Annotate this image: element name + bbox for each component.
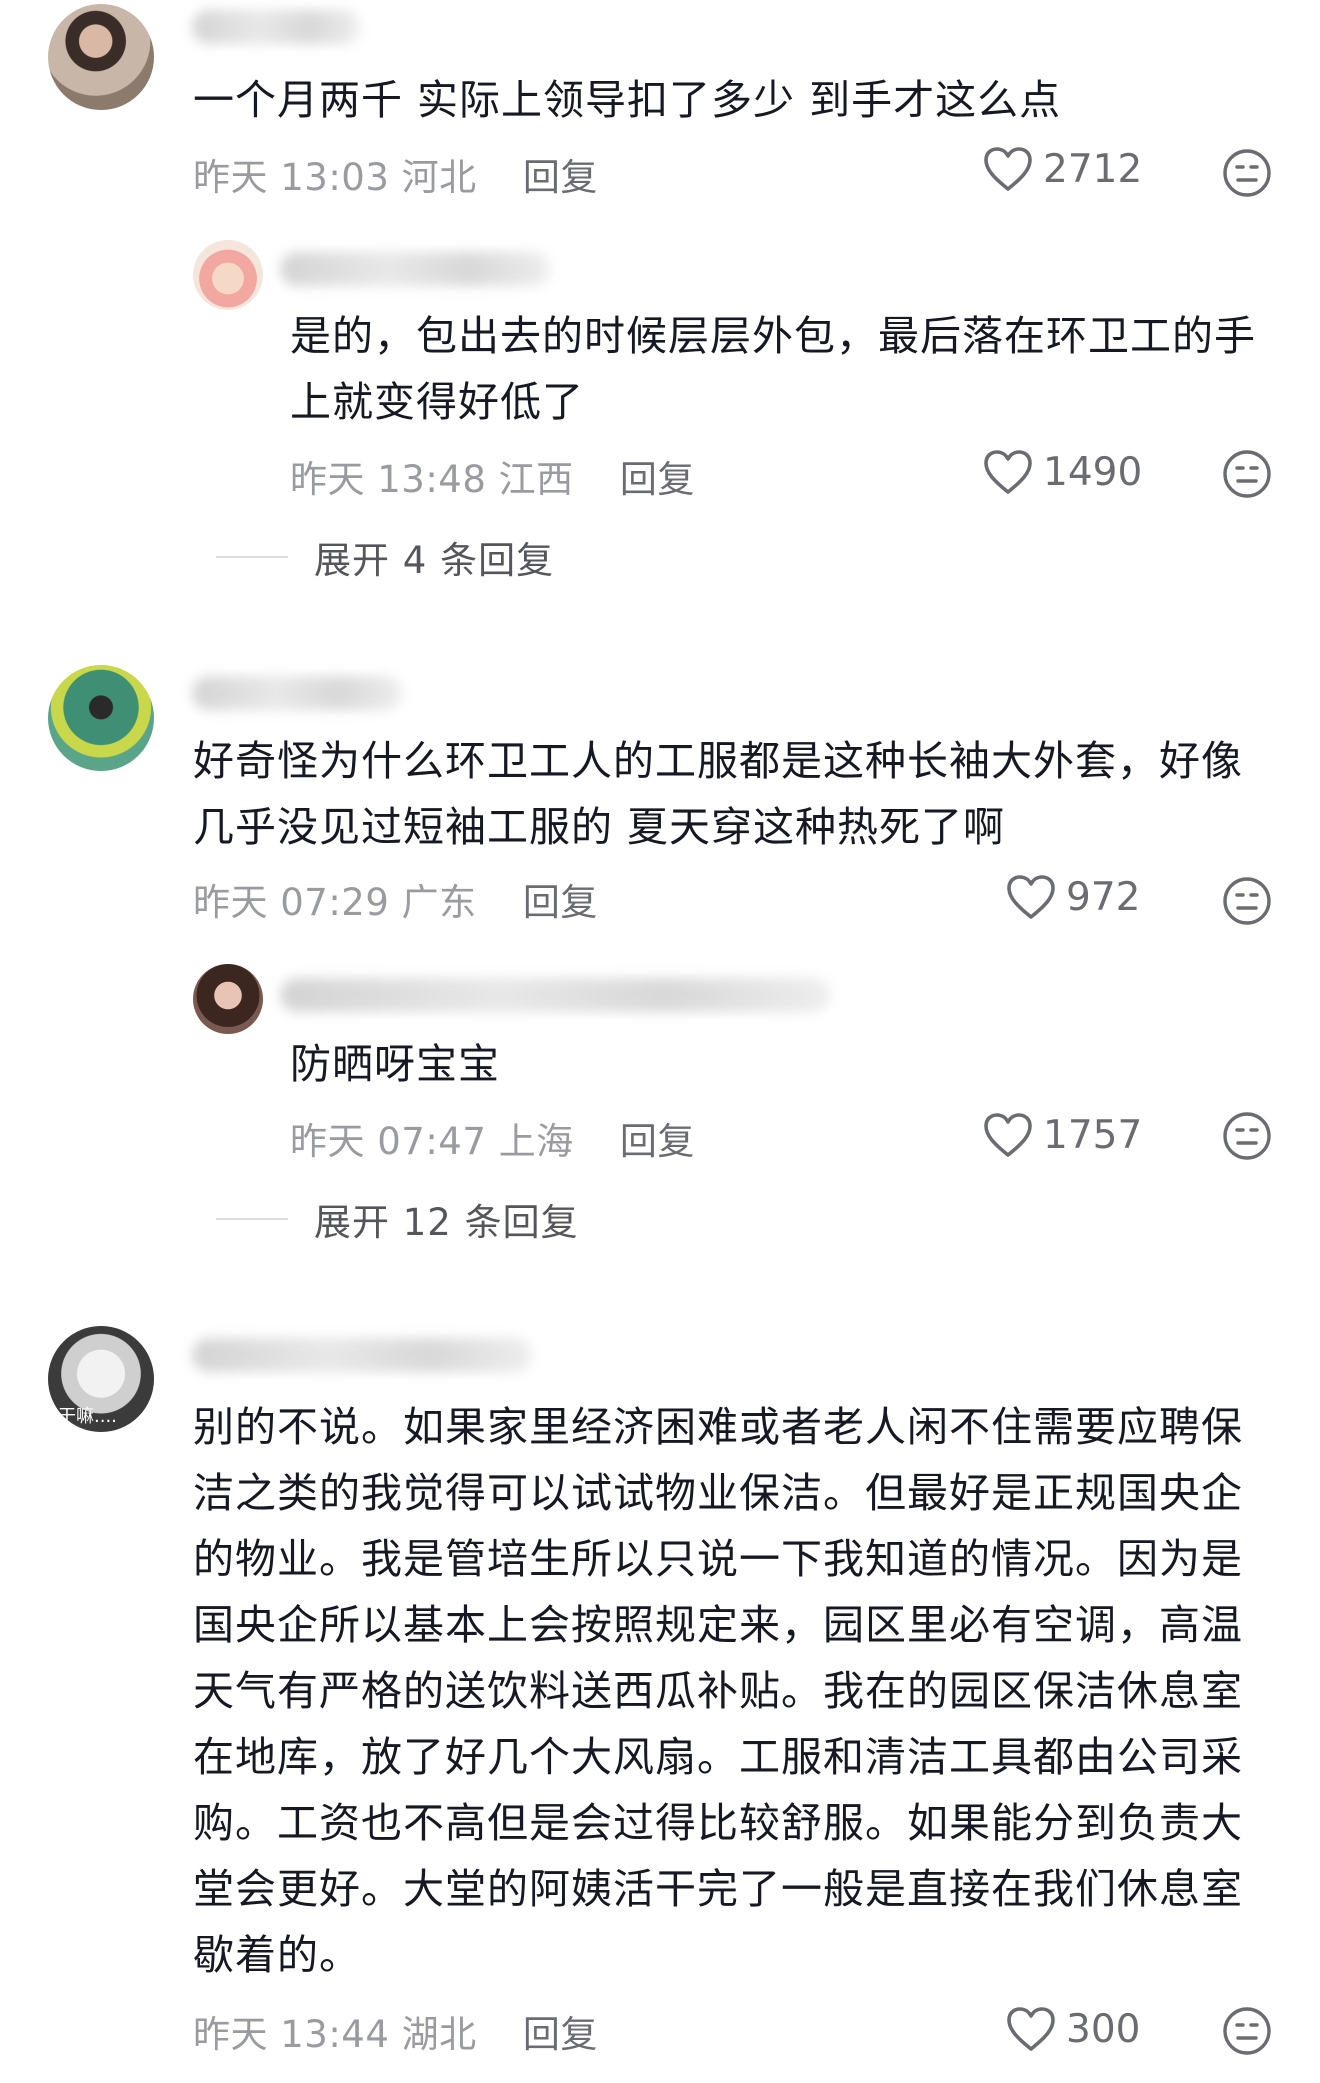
comment-location: 湖北: [401, 2013, 477, 2056]
comment-location: 河北: [401, 156, 477, 199]
like-button[interactable]: 1757: [983, 1112, 1142, 1158]
reply-button[interactable]: 回复: [620, 1120, 695, 1163]
expand-replies-button[interactable]: 展开 12 条回复: [216, 1192, 579, 1246]
reply-time: 昨天 07:47: [290, 1120, 487, 1163]
reply-username-blurred[interactable]: [280, 252, 550, 286]
comment-text: 一个月两千 实际上领导扣了多少 到手才这么点: [193, 76, 1062, 124]
like-count: 300: [1066, 2006, 1141, 2052]
reply-location: 江西: [498, 458, 574, 501]
like-count: 1757: [1043, 1112, 1143, 1158]
reply-button[interactable]: 回复: [620, 458, 695, 501]
like-count: 2712: [1043, 146, 1143, 192]
reply-time: 昨天 13:48: [290, 458, 487, 501]
reply-text: 防晒呀宝宝: [290, 1040, 500, 1088]
username-blurred[interactable]: [192, 676, 402, 710]
expand-replies-button[interactable]: 展开 4 条回复: [216, 530, 554, 584]
user-avatar[interactable]: 干嘛....: [48, 1326, 154, 1432]
reply-text: 是的，包出去的时候层层外包，最后落在环卫工的手 上就变得好低了: [290, 312, 1256, 426]
reply-avatar[interactable]: [193, 964, 263, 1034]
user-avatar[interactable]: [48, 4, 154, 110]
heart-outline-icon: [984, 147, 1032, 191]
expand-replies-label: 展开 12 条回复: [314, 1201, 579, 1244]
neutral-face-icon[interactable]: [1222, 876, 1272, 926]
reply-meta: 昨天 13:48 江西 回复: [290, 449, 695, 503]
username-blurred[interactable]: [192, 10, 360, 44]
comment-meta: 昨天 07:29 广东 回复: [193, 872, 598, 926]
like-count: 972: [1066, 874, 1141, 920]
like-button[interactable]: 1490: [983, 449, 1142, 495]
neutral-face-icon[interactable]: [1222, 1111, 1272, 1161]
like-button[interactable]: 972: [1006, 874, 1140, 920]
reply-button[interactable]: 回复: [523, 2013, 598, 2056]
heart-outline-icon: [984, 1113, 1032, 1157]
comment-location: 广东: [401, 881, 477, 924]
expand-replies-label: 展开 4 条回复: [314, 539, 555, 582]
comment-text: 好奇怪为什么环卫工人的工服都是这种长袖大外套，好像 几乎没见过短袖工服的 夏天穿…: [193, 737, 1243, 851]
reply-username-blurred[interactable]: [280, 978, 830, 1012]
like-button[interactable]: 2712: [983, 146, 1142, 192]
comment-meta: 昨天 13:03 河北 回复: [193, 147, 598, 201]
username-blurred[interactable]: [192, 1338, 532, 1372]
like-button[interactable]: 300: [1006, 2006, 1140, 2052]
reply-location: 上海: [498, 1120, 574, 1163]
divider-line: [216, 556, 288, 558]
like-count: 1490: [1043, 449, 1143, 495]
neutral-face-icon[interactable]: [1222, 449, 1272, 499]
comment-text: 别的不说。如果家里经济困难或者老人闲不住需要应聘保 洁之类的我觉得可以试试物业保…: [193, 1403, 1243, 1979]
reply-meta: 昨天 07:47 上海 回复: [290, 1111, 695, 1165]
neutral-face-icon[interactable]: [1222, 148, 1272, 198]
reply-button[interactable]: 回复: [523, 881, 598, 924]
comment-time: 昨天 13:44: [193, 2013, 390, 2056]
divider-line: [216, 1218, 288, 1220]
heart-outline-icon: [1007, 875, 1055, 919]
comment-time: 昨天 07:29: [193, 881, 390, 924]
comment-time: 昨天 13:03: [193, 156, 390, 199]
neutral-face-icon[interactable]: [1222, 2006, 1272, 2056]
reply-button[interactable]: 回复: [523, 156, 598, 199]
comment-meta: 昨天 13:44 湖北 回复: [193, 2004, 598, 2058]
heart-outline-icon: [984, 450, 1032, 494]
avatar-caption: 干嘛....: [58, 1406, 117, 1427]
heart-outline-icon: [1007, 2007, 1055, 2051]
reply-avatar[interactable]: [193, 240, 263, 310]
user-avatar[interactable]: [48, 665, 154, 771]
